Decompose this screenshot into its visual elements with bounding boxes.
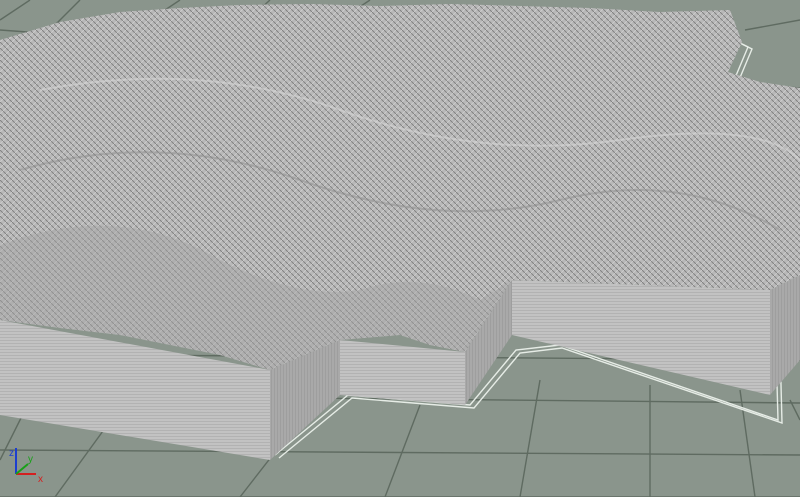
z-axis-label: z	[9, 448, 14, 459]
3d-viewport[interactable]: z x y	[0, 0, 800, 497]
y-axis-line	[15, 463, 29, 475]
scene-canvas[interactable]	[0, 0, 800, 497]
axis-gizmo: z x y	[6, 440, 52, 486]
y-axis-label: y	[28, 454, 33, 465]
x-axis-label: x	[38, 474, 43, 485]
